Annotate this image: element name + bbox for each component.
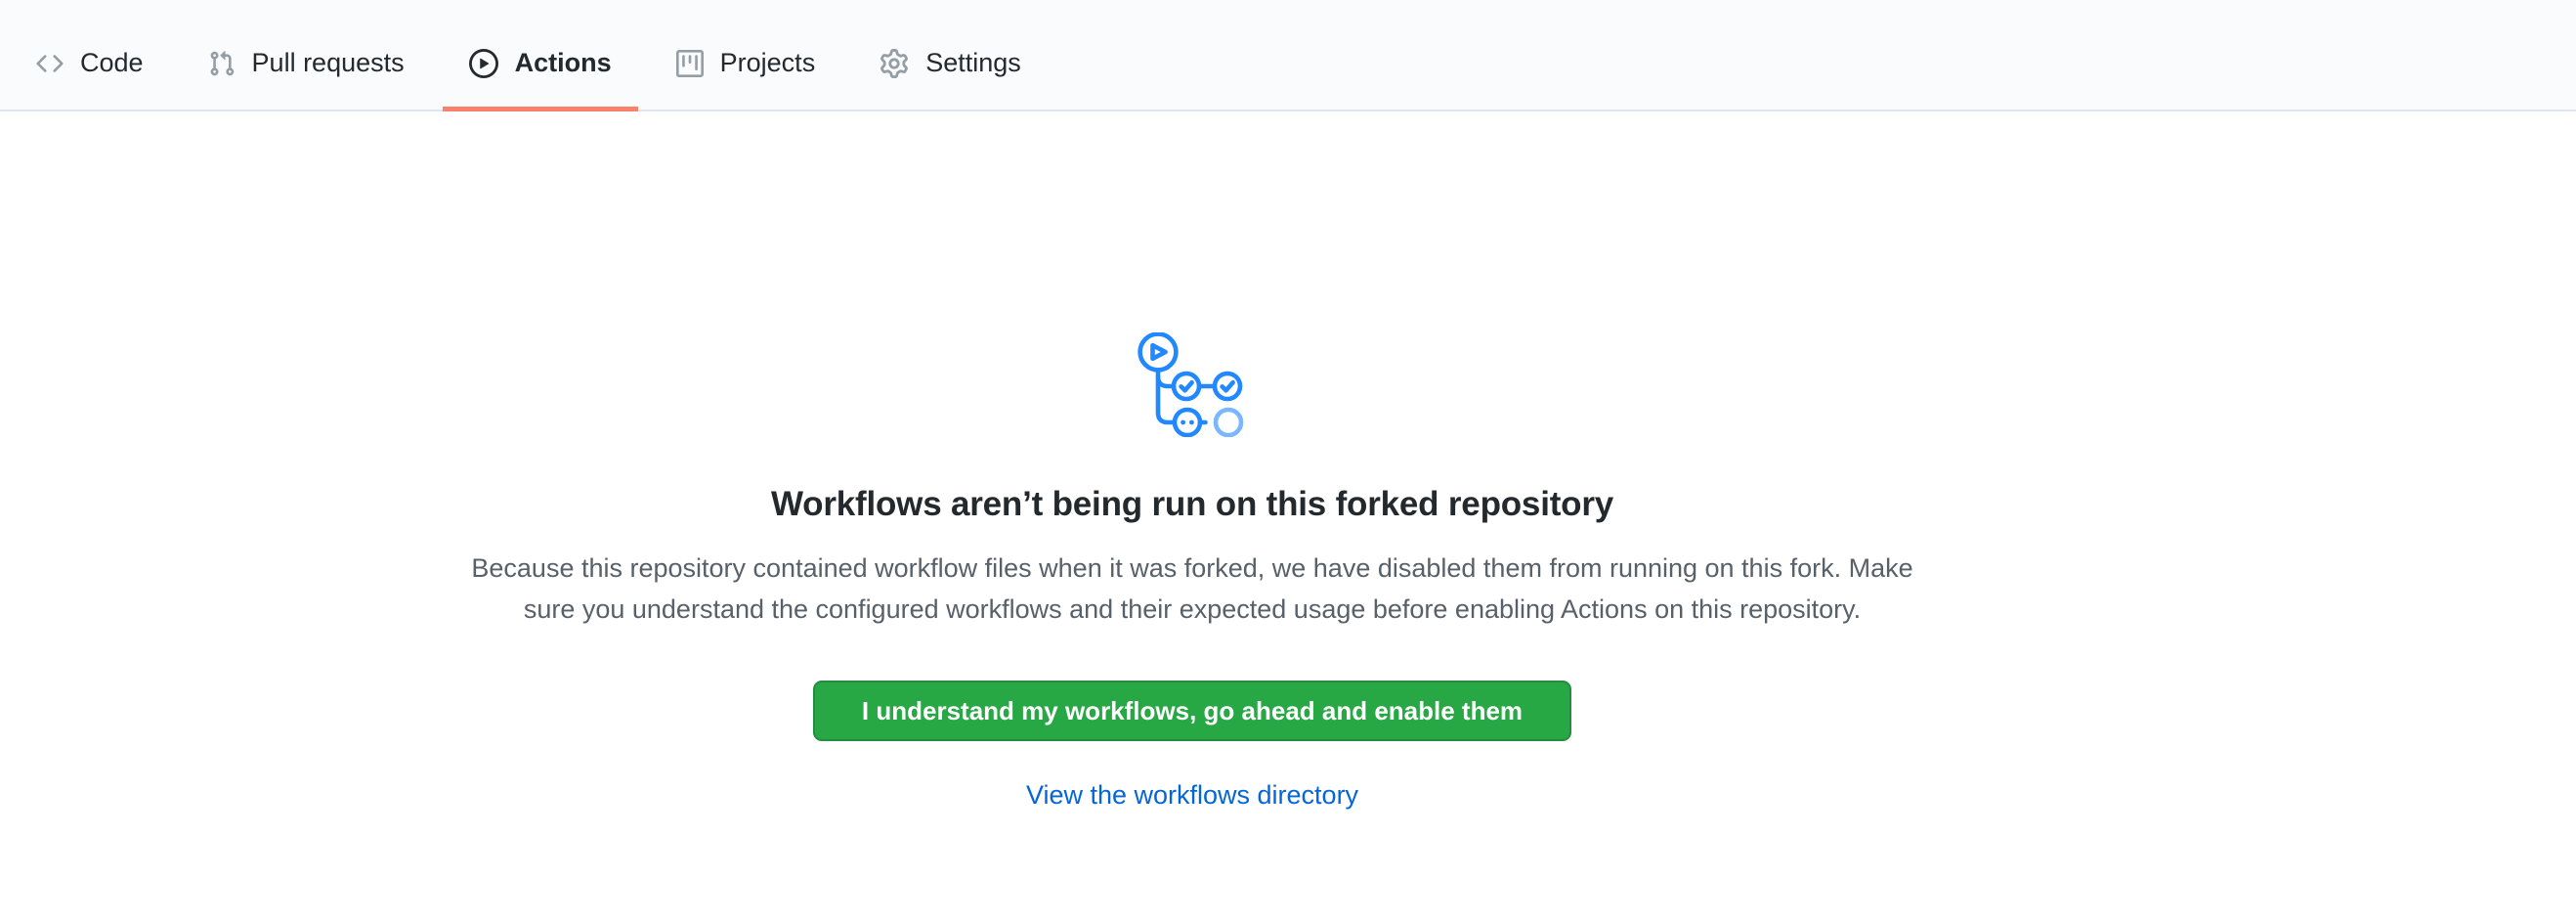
page-description-line-1: Because this repository contained workfl… (471, 553, 1912, 583)
workflows-directory-link[interactable]: View the workflows directory (1026, 780, 1358, 810)
enable-button-row: I understand my workflows, go ahead and … (381, 681, 2003, 741)
tab-projects[interactable]: Projects (650, 20, 842, 111)
tab-code[interactable]: Code (10, 20, 170, 111)
git-pull-request-icon (208, 50, 236, 77)
tab-actions-label: Actions (515, 50, 612, 76)
tab-settings-label: Settings (925, 50, 1021, 76)
tab-settings[interactable]: Settings (853, 20, 1048, 111)
enable-workflows-button[interactable]: I understand my workflows, go ahead and … (813, 681, 1571, 741)
repo-tab-bar: Code Pull requests Actions Projects Sett (10, 20, 1059, 111)
tab-actions[interactable]: Actions (443, 20, 638, 111)
workflows-link-row: View the workflows directory (381, 780, 2003, 811)
tab-code-label: Code (80, 50, 144, 76)
project-icon (676, 50, 704, 77)
workflow-graph-icon (1136, 332, 1250, 442)
page-description: Because this repository contained workfl… (381, 548, 2003, 630)
page-title: Workflows aren’t being run on this forke… (381, 485, 2003, 524)
gear-icon (880, 49, 909, 78)
tab-pull-requests[interactable]: Pull requests (182, 20, 431, 111)
code-icon (36, 50, 64, 77)
repo-header: Code Pull requests Actions Projects Sett (0, 0, 2576, 111)
actions-disabled-blankslate: Workflows aren’t being run on this forke… (381, 111, 2003, 811)
tab-pull-requests-label: Pull requests (252, 50, 405, 76)
tab-projects-label: Projects (720, 50, 816, 76)
play-icon (469, 49, 498, 78)
page-description-line-2: sure you understand the configured workf… (524, 594, 1861, 624)
